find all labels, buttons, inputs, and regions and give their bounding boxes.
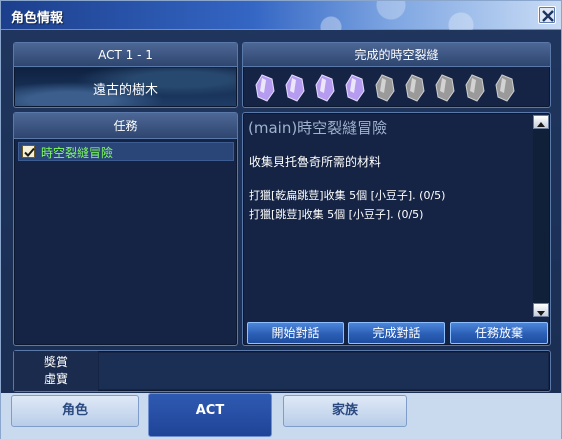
- start-dialog-button[interactable]: 開始對話: [247, 322, 344, 344]
- scroll-up-button[interactable]: [533, 115, 549, 129]
- title-decoration: [301, 1, 521, 30]
- act-location-banner: 遠古的樹木: [15, 68, 236, 106]
- abandon-quest-button[interactable]: 任務放棄: [450, 322, 548, 344]
- reward-label-line1: 獎賞: [43, 355, 68, 369]
- reward-label-line2: 虛寶: [43, 372, 68, 386]
- rift-slots: [250, 71, 546, 105]
- close-icon: [542, 10, 554, 22]
- reward-label: 獎賞 虛寶: [14, 351, 98, 391]
- checkmark-icon: [24, 147, 35, 157]
- character-info-window: 角色情報 ACT 1 - 1 遠古的樹木 完成的時空裂縫 任務 時空裂縫冒險 (…: [0, 0, 562, 439]
- act-header: ACT 1 - 1: [14, 43, 237, 67]
- quest-list-panel: 任務 時空裂縫冒險: [13, 112, 238, 346]
- complete-dialog-button[interactable]: 完成對話: [348, 322, 445, 344]
- rift-crystal-empty-icon: [435, 74, 455, 102]
- quest-objective: 打獵[跳荳]收集 5個 [小豆子]. (0/5): [249, 208, 424, 221]
- quest-detail-scrollbar[interactable]: [533, 115, 549, 317]
- tab-family[interactable]: 家族: [283, 395, 407, 427]
- close-button[interactable]: [538, 6, 556, 24]
- rift-crystal-completed-icon: [255, 74, 275, 102]
- quest-list-item[interactable]: 時空裂縫冒險: [18, 142, 234, 161]
- rift-crystal-completed-icon: [315, 74, 335, 102]
- reward-panel: 獎賞 虛寶: [13, 350, 551, 392]
- quest-list-item-label: 時空裂縫冒險: [41, 146, 114, 160]
- rift-crystal-completed-icon: [345, 74, 365, 102]
- arrow-down-icon: [537, 311, 545, 316]
- rift-crystal-empty-icon: [465, 74, 485, 102]
- quest-detail-content: (main)時空裂縫冒險 收集貝托魯奇所需的材料 打獵[乾扁跳荳]收集 5個 […: [248, 117, 533, 317]
- reward-content: [99, 353, 548, 389]
- tab-act[interactable]: ACT: [148, 393, 272, 437]
- quest-detail-panel: (main)時空裂縫冒險 收集貝托魯奇所需的材料 打獵[乾扁跳荳]收集 5個 […: [242, 112, 551, 346]
- rift-crystal-empty-icon: [405, 74, 425, 102]
- quest-objective: 打獵[乾扁跳荳]收集 5個 [小豆子]. (0/5): [249, 189, 446, 202]
- act-location-name: 遠古的樹木: [92, 83, 158, 98]
- quest-description: 收集貝托魯奇所需的材料: [249, 155, 382, 169]
- scroll-track[interactable]: [533, 129, 549, 303]
- rift-header: 完成的時空裂縫: [243, 43, 550, 67]
- quest-title: (main)時空裂縫冒險: [248, 119, 388, 137]
- rift-panel: 完成的時空裂縫: [242, 42, 551, 108]
- scroll-down-button[interactable]: [533, 303, 549, 317]
- act-panel: ACT 1 - 1 遠古的樹木: [13, 42, 238, 108]
- window-title: 角色情報: [11, 11, 64, 26]
- quest-checkbox[interactable]: [22, 145, 35, 158]
- tab-bar: 角色 ACT 家族: [1, 393, 561, 439]
- rift-crystal-empty-icon: [375, 74, 395, 102]
- tab-character[interactable]: 角色: [11, 395, 139, 427]
- quest-list-header: 任務: [14, 113, 237, 139]
- title-bar[interactable]: 角色情報: [1, 1, 561, 30]
- rift-crystal-completed-icon: [285, 74, 305, 102]
- rift-crystal-empty-icon: [495, 74, 515, 102]
